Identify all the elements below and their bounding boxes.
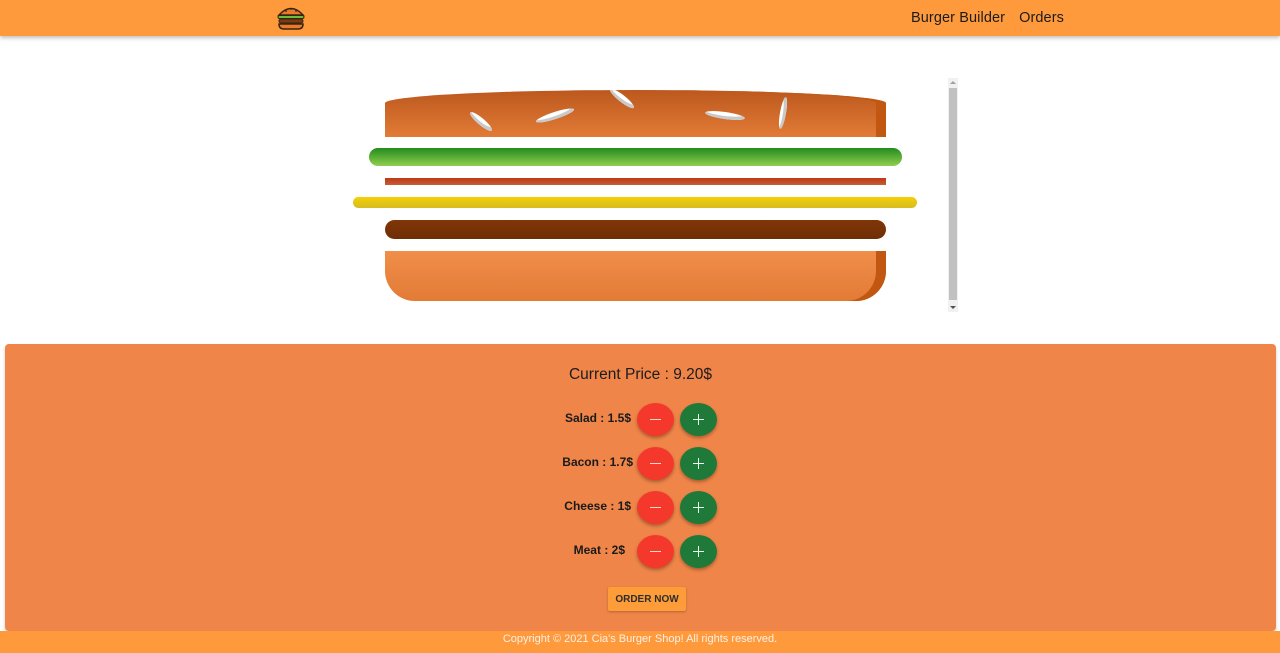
meat-layer (385, 220, 886, 239)
cheese-layer (353, 197, 917, 208)
ingredient-row-meat: Meat : 2$ (5, 535, 1276, 569)
seed (777, 96, 789, 130)
less-bacon-button[interactable] (637, 447, 674, 480)
scroll-up-icon[interactable] (950, 81, 956, 84)
less-cheese-button[interactable] (637, 491, 674, 524)
salad-layer (369, 148, 902, 166)
more-bacon-button[interactable] (680, 447, 717, 480)
seed (534, 105, 576, 126)
nav-orders[interactable]: Orders (1019, 10, 1064, 26)
bacon-layer (385, 178, 886, 185)
bread-bottom (385, 251, 886, 301)
nav-burger-builder[interactable]: Burger Builder (911, 10, 1005, 26)
order-now-button[interactable]: ORDER NOW (608, 587, 686, 611)
ingredient-label: Salad : 1.5$ (564, 411, 631, 425)
less-meat-button[interactable] (637, 535, 674, 568)
ingredient-label: Meat : 2$ (573, 543, 625, 557)
current-price: Current Price : 9.20$ (568, 366, 712, 383)
scroll-down-icon[interactable] (950, 306, 956, 309)
more-meat-button[interactable] (680, 535, 717, 568)
less-salad-button[interactable] (637, 403, 674, 436)
scroll-thumb[interactable] (949, 88, 957, 300)
more-cheese-button[interactable] (680, 491, 717, 524)
seed (608, 90, 636, 111)
more-salad-button[interactable] (680, 403, 717, 436)
bread-top (385, 90, 886, 137)
ingredient-label: Bacon : 1.7$ (562, 455, 633, 469)
ingredient-row-bacon: Bacon : 1.7$ (5, 447, 1276, 481)
build-controls: Current Price : 9.20$ Salad : 1.5$ Bacon… (5, 344, 1276, 631)
burger-logo-icon[interactable] (276, 3, 306, 31)
ingredient-row-salad: Salad : 1.5$ (5, 403, 1276, 437)
seed (704, 109, 746, 122)
footer: Copyright © 2021 Cia's Burger Shop! All … (0, 631, 1280, 653)
main-nav: Burger Builder Orders (911, 0, 1064, 36)
burger-scrollbar[interactable] (948, 78, 958, 312)
top-toolbar: Burger Builder Orders (0, 0, 1280, 36)
ingredient-row-cheese: Cheese : 1$ (5, 491, 1276, 525)
seed (468, 109, 494, 134)
ingredient-label: Cheese : 1$ (564, 499, 631, 513)
